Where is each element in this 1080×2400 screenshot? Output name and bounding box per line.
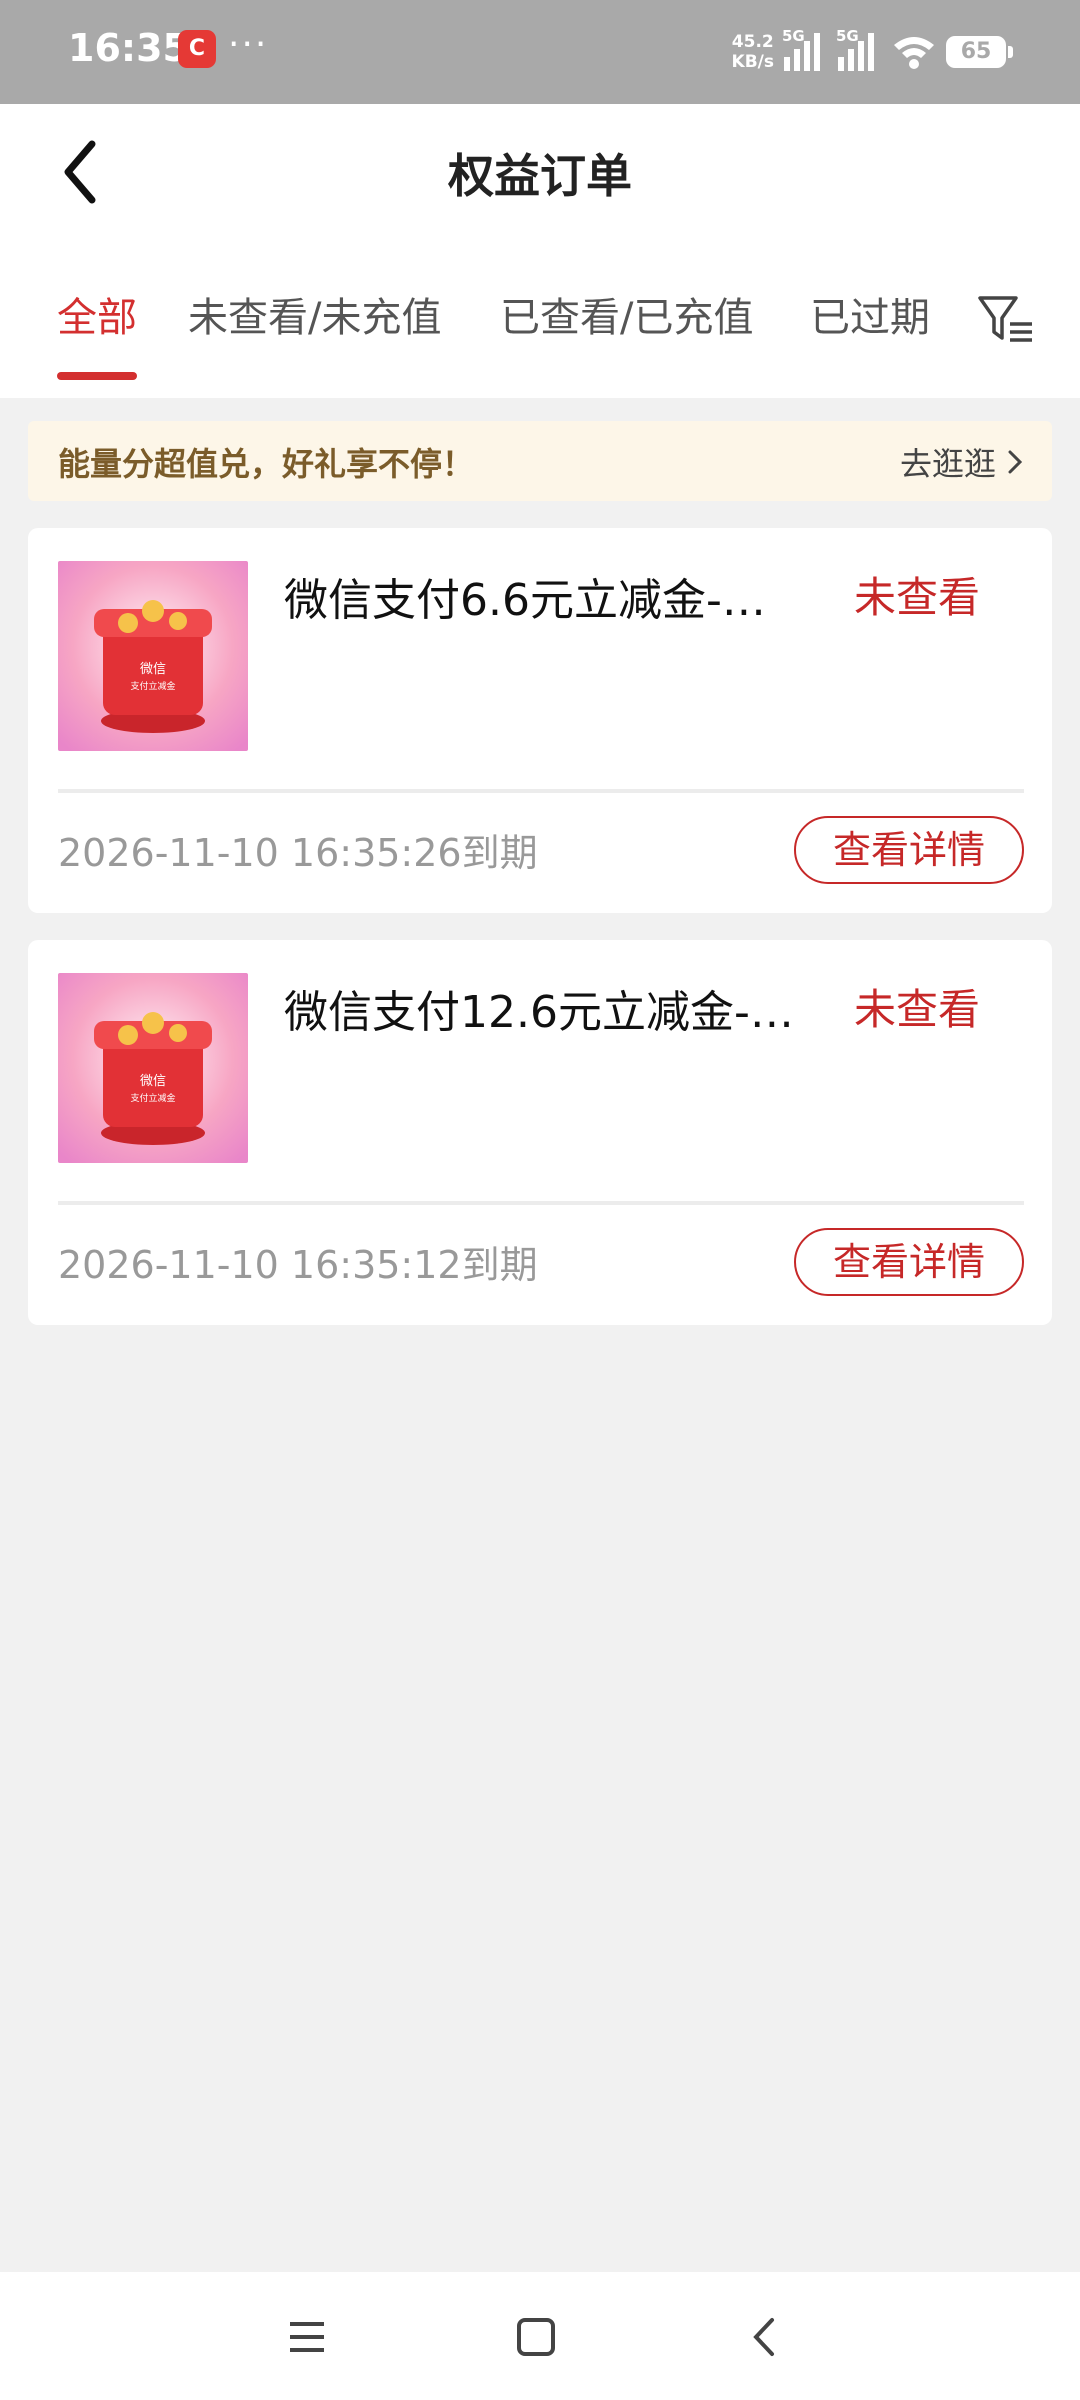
thumb-line1: 微信 bbox=[140, 1074, 166, 1089]
tab-bar: 全部 未查看/未充值 已查看/已充值 已过期 bbox=[0, 286, 1080, 398]
wifi-icon bbox=[894, 37, 934, 69]
card-divider bbox=[58, 1201, 1024, 1205]
order-card[interactable]: 微信 支付立减金 微信支付12.6元立减金-… 未查看 2026-11-10 1… bbox=[28, 940, 1052, 1325]
thumb-line2: 支付立减金 bbox=[130, 1092, 175, 1104]
tab-all[interactable]: 全部 bbox=[57, 286, 137, 398]
chevron-right-icon bbox=[1008, 450, 1023, 474]
system-nav-bar bbox=[0, 2272, 1080, 2400]
status-indicators: 45.2 KB/s 5G 5G 65 bbox=[732, 26, 1013, 78]
order-title: 微信支付12.6元立减金-… bbox=[284, 987, 794, 1038]
promo-banner-text: 能量分超值兑，好礼享不停！ bbox=[58, 445, 475, 483]
order-status: 未查看 bbox=[853, 985, 980, 1034]
thumb-line2: 支付立减金 bbox=[130, 680, 175, 692]
battery-icon: 65 bbox=[946, 36, 1013, 68]
page-title: 权益订单 bbox=[448, 149, 632, 203]
order-status: 未查看 bbox=[853, 573, 980, 622]
red-envelope-thumbnail: 微信 支付立减金 bbox=[58, 973, 248, 1163]
view-details-button[interactable]: 查看详情 bbox=[794, 816, 1024, 884]
sim1-label: 5G bbox=[782, 27, 805, 45]
app-notification-icon: C bbox=[178, 30, 216, 68]
network-speed-unit: KB/s bbox=[731, 52, 774, 72]
tab-viewed[interactable]: 已查看/已充值 bbox=[500, 286, 753, 398]
sim2-label: 5G bbox=[836, 27, 859, 45]
order-expire-time: 2026-11-10 16:35:26到期 bbox=[58, 831, 538, 875]
status-time: 16:35 bbox=[68, 26, 189, 70]
order-expire-time: 2026-11-10 16:35:12到期 bbox=[58, 1243, 538, 1287]
network-speed-value: 45.2 bbox=[731, 32, 774, 52]
filter-icon[interactable] bbox=[976, 288, 1036, 348]
card-divider bbox=[58, 789, 1024, 793]
red-envelope-thumbnail: 微信 支付立减金 bbox=[58, 561, 248, 751]
promo-banner[interactable]: 能量分超值兑，好礼享不停！ 去逛逛 bbox=[28, 421, 1052, 501]
signal-icon: 5G bbox=[782, 27, 828, 71]
home-square-icon[interactable] bbox=[511, 2312, 561, 2362]
tab-expired[interactable]: 已过期 bbox=[810, 286, 930, 398]
thumb-line1: 微信 bbox=[140, 662, 166, 677]
order-title: 微信支付6.6元立减金-… bbox=[284, 575, 766, 626]
signal-icon-2: 5G bbox=[836, 27, 882, 71]
order-card[interactable]: 微信 支付立减金 微信支付6.6元立减金-… 未查看 2026-11-10 16… bbox=[28, 528, 1052, 913]
active-tab-indicator bbox=[57, 372, 137, 380]
tab-unviewed[interactable]: 未查看/未充值 bbox=[188, 286, 441, 398]
network-speed: 45.2 KB/s bbox=[732, 32, 774, 72]
header: 权益订单 全部 未查看/未充值 已查看/已充值 已过期 bbox=[0, 104, 1080, 398]
menu-icon[interactable] bbox=[282, 2312, 332, 2362]
more-notifications-icon: ··· bbox=[228, 24, 269, 65]
view-details-button[interactable]: 查看详情 bbox=[794, 1228, 1024, 1296]
promo-banner-link[interactable]: 去逛逛 bbox=[900, 439, 1024, 485]
back-icon[interactable] bbox=[740, 2312, 790, 2362]
status-bar: 16:35 C ··· 45.2 KB/s 5G 5G 65 bbox=[0, 0, 1080, 104]
promo-banner-link-label: 去逛逛 bbox=[899, 445, 996, 483]
